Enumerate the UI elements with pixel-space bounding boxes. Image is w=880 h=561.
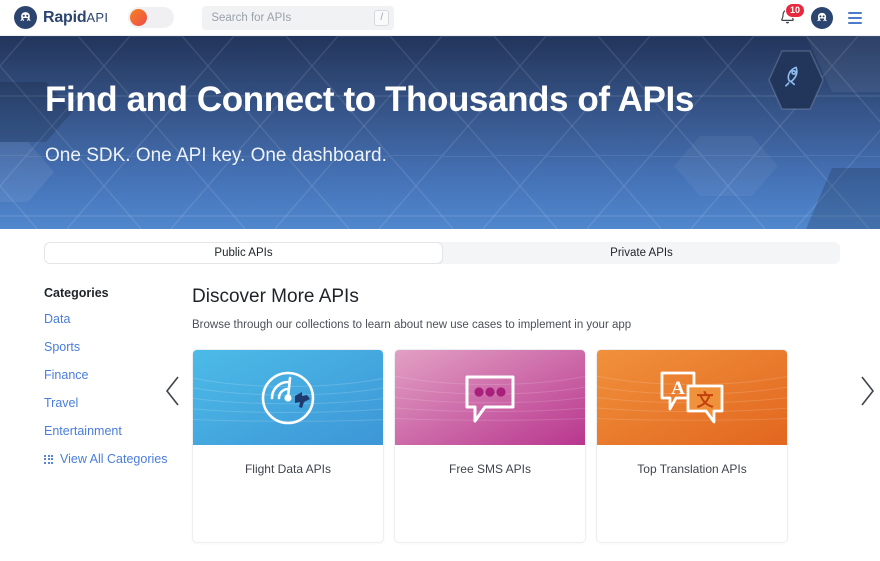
hamburger-bar: [848, 12, 862, 14]
radar-airplane-icon: [257, 367, 319, 429]
tab-public-apis[interactable]: Public APIs: [44, 242, 443, 264]
toggle-knob: [130, 9, 147, 26]
hero-title: Find and Connect to Thousands of APIs: [45, 81, 880, 120]
discover-section: Discover More APIs Browse through our co…: [192, 286, 880, 543]
logo-brand-text: Rapid: [43, 9, 86, 26]
carousel-next-button[interactable]: [856, 374, 878, 408]
header-actions: 10: [779, 7, 866, 29]
card-label: Free SMS APIs: [395, 445, 585, 542]
view-all-categories-button[interactable]: View All Categories: [44, 452, 192, 466]
svg-text:文: 文: [697, 390, 715, 411]
speech-bubble-dots-icon: [459, 369, 521, 427]
collection-card-top-translation[interactable]: A 文 Top Translation APIs: [596, 349, 788, 543]
tab-private-apis[interactable]: Private APIs: [443, 242, 840, 264]
hamburger-menu-icon[interactable]: [848, 10, 862, 26]
hero-subtitle: One SDK. One API key. One dashboard.: [45, 145, 880, 167]
search-bar[interactable]: /: [202, 6, 394, 30]
svg-text:A: A: [671, 378, 685, 399]
card-artwork: [193, 350, 383, 445]
octopus-mascot-icon: [14, 6, 37, 29]
sidebar-item-sports[interactable]: Sports: [44, 340, 192, 354]
notifications-button[interactable]: 10: [779, 8, 796, 27]
rapidapi-logo[interactable]: RapidAPI: [14, 6, 108, 29]
sidebar-item-data[interactable]: Data: [44, 312, 192, 326]
hamburger-bar: [848, 22, 862, 24]
card-label: Top Translation APIs: [597, 445, 787, 542]
card-artwork: [395, 350, 585, 445]
hero-banner: Find and Connect to Thousands of APIs On…: [0, 36, 880, 229]
page-subtitle: Browse through our collections to learn …: [192, 319, 840, 331]
logo-suffix-text: API: [86, 10, 108, 25]
collection-card-free-sms[interactable]: Free SMS APIs: [394, 349, 586, 543]
octopus-avatar-icon: [814, 10, 830, 26]
chevron-left-icon: [162, 374, 184, 408]
search-input[interactable]: [211, 6, 374, 30]
theme-toggle-switch[interactable]: [128, 7, 174, 28]
grid-dots-icon: [44, 455, 53, 464]
hamburger-bar: [848, 17, 862, 19]
rocket-badge[interactable]: [768, 49, 824, 111]
card-label: Flight Data APIs: [193, 445, 383, 542]
user-avatar[interactable]: [811, 7, 833, 29]
card-artwork: A 文: [597, 350, 787, 445]
translation-bubbles-icon: A 文: [656, 368, 728, 428]
sidebar-item-entertainment[interactable]: Entertainment: [44, 424, 192, 438]
view-all-categories-label: View All Categories: [60, 452, 167, 466]
categories-sidebar: Categories Data Sports Finance Travel En…: [0, 286, 192, 543]
chevron-right-icon: [856, 374, 878, 408]
collections-carousel: Flight Data APIs: [192, 349, 840, 543]
logo-wordmark: RapidAPI: [43, 9, 108, 27]
page-body: Categories Data Sports Finance Travel En…: [0, 264, 880, 543]
top-header: RapidAPI / 10: [0, 0, 880, 36]
collection-card-flight-data[interactable]: Flight Data APIs: [192, 349, 384, 543]
sidebar-title: Categories: [44, 286, 192, 300]
search-shortcut-badge: /: [374, 10, 389, 26]
rocket-icon: [768, 49, 824, 111]
notification-count-badge: 10: [785, 3, 805, 18]
carousel-prev-button[interactable]: [162, 374, 184, 408]
api-visibility-tabs: Public APIs Private APIs: [44, 242, 840, 264]
hero-content: Find and Connect to Thousands of APIs On…: [0, 36, 880, 167]
page-title: Discover More APIs: [192, 286, 840, 308]
